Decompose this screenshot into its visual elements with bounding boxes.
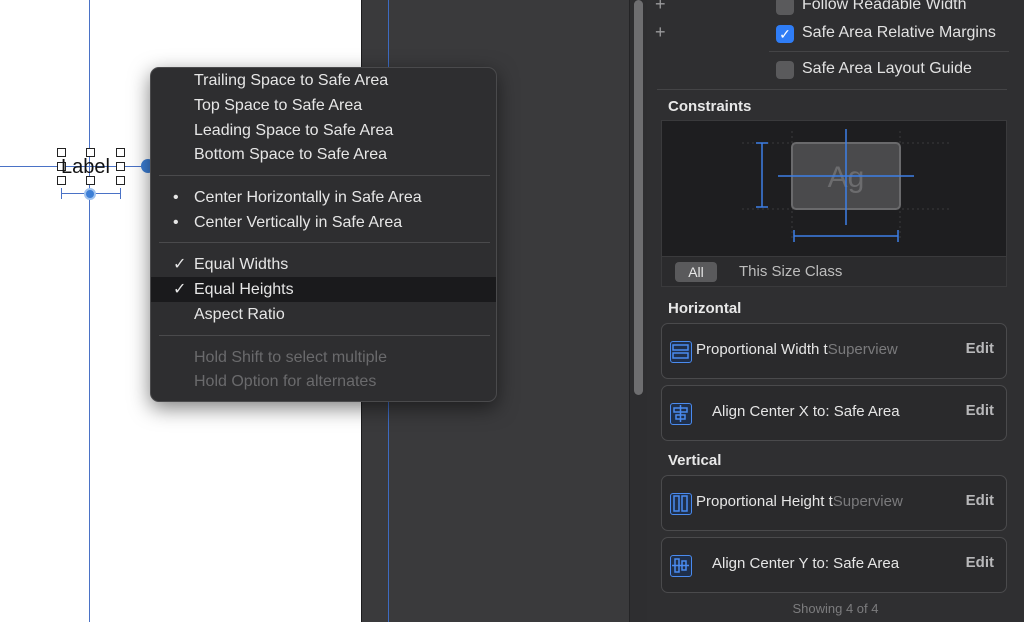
menu-separator [159, 335, 490, 336]
proportional-height-icon [670, 493, 692, 515]
menu-item-label: Top Space to Safe Area [194, 97, 363, 114]
option-safe-area-layout-guide[interactable]: Safe Area Layout Guide [647, 56, 1024, 84]
size-class-tabs: All This Size Class [661, 257, 1007, 287]
menu-item-top-space[interactable]: Top Space to Safe Area [151, 93, 496, 118]
ctrl-drag-constraint-menu: Trailing Space to Safe Area Top Space to… [150, 67, 497, 402]
constraints-title: Constraints [668, 98, 752, 115]
constraint-card-align-center-y[interactable]: Align Center Y to: Safe Area Edit [661, 537, 1007, 593]
checkmark-icon: ✓ [173, 256, 187, 273]
option-label: Safe Area Layout Guide [802, 60, 972, 77]
edit-button[interactable]: Edit [966, 492, 994, 509]
checkbox[interactable] [776, 0, 794, 15]
menu-item-aspect-ratio[interactable]: Aspect Ratio [151, 302, 496, 327]
constraint-card-proportional-width[interactable]: Proportional Width tSuperview Edit [661, 323, 1007, 379]
scrollbar[interactable] [629, 0, 647, 622]
constraint-count: Showing 4 of 4 [792, 601, 879, 616]
size-inspector: + Follow Readable Width + ✓ Safe Area Re… [647, 0, 1024, 622]
menu-item-bottom-space[interactable]: Bottom Space to Safe Area [151, 142, 496, 167]
menu-item-label: Center Vertically in Safe Area [194, 214, 403, 231]
plus-icon[interactable]: + [655, 22, 666, 43]
constraint-target: Superview [832, 493, 903, 510]
menu-item-equal-widths[interactable]: ✓ Equal Widths [151, 252, 496, 277]
menu-separator [159, 242, 490, 243]
bullet-icon: • [173, 214, 179, 231]
canvas-label-view[interactable]: Label [61, 154, 121, 180]
menu-hint-shift: Hold Shift to select multiple [151, 345, 496, 370]
scroll-thumb[interactable] [634, 0, 643, 395]
width-constraint-cap-right [120, 188, 121, 199]
constraint-card-align-center-x[interactable]: Align Center X to: Safe Area Edit [661, 385, 1007, 441]
menu-item-trailing-space[interactable]: Trailing Space to Safe Area [151, 68, 496, 93]
constraint-text: Proportional Width tSuperview [696, 341, 898, 358]
checkbox[interactable] [776, 61, 794, 79]
horizontal-title: Horizontal [668, 300, 742, 317]
constraint-text: Proportional Height tSuperview [696, 493, 903, 510]
proportional-width-icon [670, 341, 692, 363]
tab-this-size-class[interactable]: This Size Class [739, 262, 842, 282]
menu-item-label: Equal Widths [194, 256, 289, 273]
plus-icon[interactable]: + [655, 0, 666, 15]
option-label: Safe Area Relative Margins [802, 24, 996, 41]
menu-hint-label: Hold Shift to select multiple [194, 349, 387, 366]
constraints-diagram: Ag [742, 129, 952, 242]
bullet-icon: • [173, 189, 179, 206]
checkmark-icon: ✓ [173, 281, 187, 298]
menu-item-center-horizontally[interactable]: • Center Horizontally in Safe Area [151, 185, 496, 210]
menu-item-label: Center Horizontally in Safe Area [194, 189, 422, 206]
constraint-label: Proportional Width t [696, 341, 828, 358]
align-center-y-icon [670, 555, 692, 577]
option-label: Follow Readable Width [802, 0, 967, 13]
constraint-card-proportional-height[interactable]: Proportional Height tSuperview Edit [661, 475, 1007, 531]
width-constraint-cap-left [61, 188, 62, 199]
menu-item-label: Aspect Ratio [194, 306, 285, 323]
vertical-guide-line [89, 0, 90, 622]
constraint-label: Align Center Y to: Safe Area [712, 555, 900, 572]
option-safe-area-relative-margins[interactable]: + ✓ Safe Area Relative Margins [647, 20, 1024, 48]
constraint-anchor-bottom[interactable] [84, 188, 96, 200]
menu-hint-option: Hold Option for alternates [151, 369, 496, 394]
align-center-x-icon [670, 403, 692, 425]
edit-button[interactable]: Edit [966, 554, 994, 571]
separator [769, 51, 1009, 52]
constraint-label: Align Center X to: Safe Area [712, 403, 900, 420]
edit-button[interactable]: Edit [966, 402, 994, 419]
menu-item-label: Trailing Space to Safe Area [194, 72, 389, 89]
separator [657, 89, 1007, 90]
constraint-label: Proportional Height t [696, 493, 833, 510]
tab-all[interactable]: All [675, 262, 717, 282]
edit-button[interactable]: Edit [966, 340, 994, 357]
menu-separator [159, 175, 490, 176]
checkbox-checked[interactable]: ✓ [776, 25, 794, 43]
menu-item-leading-space[interactable]: Leading Space to Safe Area [151, 118, 496, 143]
menu-item-label: Equal Heights [194, 281, 294, 298]
constraint-target: Superview [827, 341, 898, 358]
menu-item-center-vertically[interactable]: • Center Vertically in Safe Area [151, 210, 496, 235]
menu-item-equal-heights[interactable]: ✓ Equal Heights [151, 277, 496, 302]
menu-item-label: Bottom Space to Safe Area [194, 146, 388, 163]
option-follow-readable-width[interactable]: + Follow Readable Width [647, 0, 1024, 20]
menu-hint-label: Hold Option for alternates [194, 373, 377, 390]
menu-item-label: Leading Space to Safe Area [194, 122, 394, 139]
constraints-preview: Ag [661, 120, 1007, 257]
vertical-title: Vertical [668, 452, 722, 469]
